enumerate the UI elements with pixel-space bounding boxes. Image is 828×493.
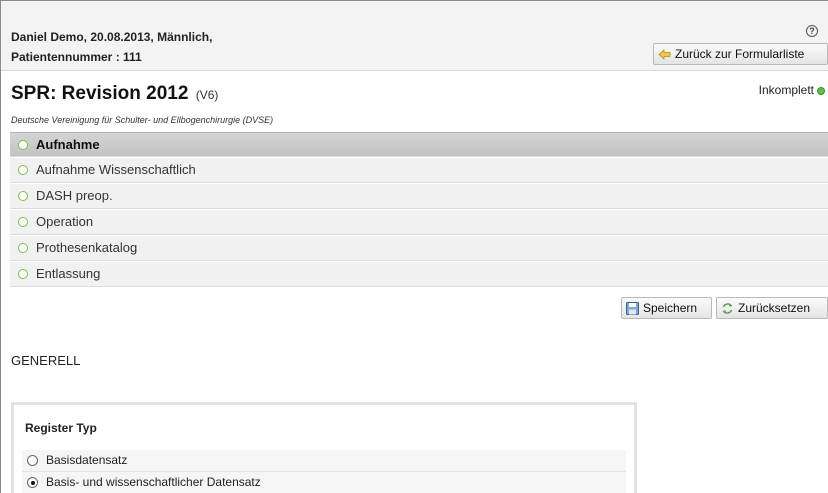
form-subtitle: Deutsche Vereinigung für Schulter- und E… bbox=[11, 115, 274, 125]
reset-button-label: Zurücksetzen bbox=[738, 301, 811, 315]
patient-info: Daniel Demo, 20.08.2013, Männlich, Patie… bbox=[11, 27, 212, 67]
section-heading: GENERELL bbox=[11, 353, 81, 368]
status-text: Inkomplett bbox=[758, 83, 814, 97]
refresh-icon bbox=[722, 303, 733, 314]
patient-line-1: Daniel Demo, 20.08.2013, Männlich, bbox=[11, 30, 213, 44]
register-type-group: Register Typ Basisdatensatz Basis- und w… bbox=[11, 402, 637, 493]
form-title-text: SPR: Revision 2012 bbox=[11, 83, 189, 104]
radio-label: Basisdatensatz bbox=[46, 453, 128, 467]
back-to-form-list-button[interactable]: Zurück zur Formularliste bbox=[653, 43, 828, 65]
form-title: SPR: Revision 2012 (V6) bbox=[11, 83, 218, 105]
section-status-icon bbox=[18, 191, 28, 201]
form-version: (V6) bbox=[195, 88, 219, 102]
section-label: Entlassung bbox=[36, 266, 101, 281]
section-label: Prothesenkatalog bbox=[36, 240, 138, 255]
section-aufnahme[interactable]: Aufnahme bbox=[10, 132, 828, 157]
section-entlassung[interactable]: Entlassung bbox=[10, 262, 828, 287]
back-button-label: Zurück zur Formularliste bbox=[675, 47, 805, 61]
section-aufnahme-wissenschaftlich[interactable]: Aufnahme Wissenschaftlich bbox=[10, 158, 828, 183]
section-prothesenkatalog[interactable]: Prothesenkatalog bbox=[10, 236, 828, 261]
section-status-icon bbox=[18, 269, 28, 279]
radio-button[interactable] bbox=[27, 455, 38, 466]
radio-label: Basis- und wissenschaftlicher Datensatz bbox=[46, 475, 261, 489]
patient-number: Patientennummer : 111 bbox=[11, 50, 142, 64]
section-dash-preop[interactable]: DASH preop. bbox=[10, 184, 828, 209]
section-status-icon bbox=[18, 165, 28, 175]
floppy-disk-icon bbox=[626, 302, 639, 315]
section-label: Aufnahme Wissenschaftlich bbox=[36, 162, 196, 177]
status-dot-icon bbox=[817, 87, 825, 95]
radio-option-basisdatensatz[interactable]: Basisdatensatz bbox=[22, 450, 626, 472]
section-label: Aufnahme bbox=[36, 137, 100, 152]
section-status-icon bbox=[18, 140, 28, 150]
arrow-left-icon bbox=[658, 49, 671, 60]
section-operation[interactable]: Operation bbox=[10, 210, 828, 235]
section-label: DASH preop. bbox=[36, 188, 113, 203]
radio-option-basis-und-wissenschaftlich[interactable]: Basis- und wissenschaftlicher Datensatz bbox=[22, 472, 626, 493]
section-status-icon bbox=[18, 217, 28, 227]
register-type-title: Register Typ bbox=[25, 421, 97, 435]
radio-button-selected[interactable] bbox=[27, 477, 38, 488]
status-badge: Inkomplett bbox=[759, 83, 825, 97]
reset-button[interactable]: Zurücksetzen bbox=[716, 297, 828, 319]
section-status-icon bbox=[18, 243, 28, 253]
patient-header: Daniel Demo, 20.08.2013, Männlich, Patie… bbox=[1, 1, 828, 71]
save-button[interactable]: Speichern bbox=[621, 297, 712, 319]
help-icon[interactable]: ? bbox=[806, 25, 818, 37]
section-label: Operation bbox=[36, 214, 94, 229]
save-button-label: Speichern bbox=[643, 301, 698, 315]
